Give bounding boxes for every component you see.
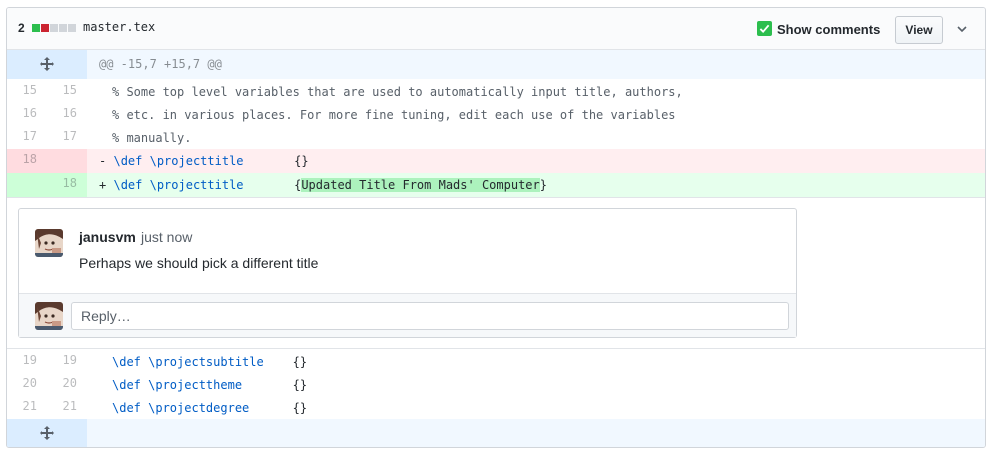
line-code: % manually.	[112, 131, 191, 145]
diff-line: 17 17 % manually.	[7, 126, 985, 149]
line-code: \def \projectdegree {}	[112, 401, 307, 415]
show-comments-label: Show comments	[777, 22, 881, 37]
old-line-number[interactable]: 20	[7, 376, 37, 390]
line-text: % etc. in various places. For more fine …	[112, 108, 676, 122]
diffstat-block	[50, 24, 58, 32]
line-code: % etc. in various places. For more fine …	[112, 108, 676, 122]
avatar[interactable]	[35, 302, 63, 330]
check-icon[interactable]	[757, 20, 772, 36]
new-line-number[interactable]: 18	[47, 176, 77, 190]
latex-argument: {}	[292, 401, 308, 415]
show-comments-toggle[interactable]: Show comments	[757, 19, 880, 37]
file-header: 2 master.tex Show comments View	[7, 8, 985, 50]
latex-command: \def \projecttitle	[113, 178, 244, 192]
file-name[interactable]: master.tex	[83, 20, 155, 34]
new-line-number[interactable]: 20	[47, 376, 77, 390]
diffstat-blocks	[32, 24, 76, 32]
reply-input[interactable]: Reply…	[71, 302, 789, 330]
reply-bar: Reply…	[19, 293, 796, 337]
diffstat-block	[32, 24, 40, 32]
latex-argument: {}	[292, 355, 308, 369]
old-line-number[interactable]: 15	[7, 83, 37, 97]
diff-file: 2 master.tex Show comments View @@ -15,7…	[6, 7, 986, 448]
comment-box: janusvm just now Perhaps we should pick …	[18, 208, 797, 338]
comment-timestamp[interactable]: just now	[141, 229, 192, 245]
new-line-number[interactable]: 19	[47, 353, 77, 367]
diffstat-count: 2	[18, 21, 25, 35]
latex-argument-close: }	[539, 178, 547, 192]
diff-line: 16 16 % etc. in various places. For more…	[7, 103, 985, 126]
old-line-number[interactable]: 21	[7, 399, 37, 413]
old-line-number[interactable]: 17	[7, 129, 37, 143]
view-button[interactable]: View	[895, 16, 943, 44]
line-code: - \def \projecttitle {}	[99, 154, 309, 168]
line-code: \def \projecttheme {}	[112, 378, 307, 392]
diffstat-block	[59, 24, 67, 32]
unfold-icon[interactable]	[39, 56, 55, 72]
chevron-down-icon[interactable]	[954, 21, 970, 37]
latex-command: \def \projecttitle	[113, 154, 244, 168]
line-code: % Some top level variables that are used…	[112, 85, 683, 99]
deletion-line: 18 - \def \projecttitle {}	[7, 149, 985, 173]
diff-line: 15 15 % Some top level variables that ar…	[7, 80, 985, 103]
addition-line: 18 + \def \projecttitle {Updated Title F…	[7, 173, 985, 197]
line-text: % Some top level variables that are used…	[112, 85, 683, 99]
diffstat-block	[41, 24, 49, 32]
diff-line: 19 19 \def \projectsubtitle {}	[7, 350, 985, 373]
line-text: % manually.	[112, 131, 192, 145]
hunk-header-text: @@ -15,7 +15,7 @@	[99, 57, 222, 71]
latex-argument: {}	[294, 154, 309, 168]
diff-sign: -	[99, 154, 107, 168]
line-code: \def \projectsubtitle {}	[112, 355, 307, 369]
old-line-number[interactable]: 18	[7, 152, 37, 166]
new-line-number[interactable]: 21	[47, 399, 77, 413]
diffstat-block	[68, 24, 76, 32]
old-line-number[interactable]: 16	[7, 106, 37, 120]
expand-row	[7, 419, 985, 447]
diff-line: 21 21 \def \projectdegree {}	[7, 396, 985, 419]
avatar[interactable]	[35, 229, 63, 257]
inline-comment-thread: janusvm just now Perhaps we should pick …	[7, 197, 985, 349]
comment-body: Perhaps we should pick a different title	[79, 255, 319, 271]
diff-sign: +	[99, 178, 107, 192]
comment-author[interactable]: janusvm	[79, 229, 136, 245]
latex-command: \def \projectsubtitle	[112, 355, 264, 369]
latex-argument: {}	[292, 378, 308, 392]
hunk-header-row: @@ -15,7 +15,7 @@	[7, 50, 985, 79]
old-line-number[interactable]: 19	[7, 353, 37, 367]
diff-line: 20 20 \def \projecttheme {}	[7, 373, 985, 396]
new-line-number[interactable]: 16	[47, 106, 77, 120]
added-text-highlight: Updated Title From Mads' Computer	[301, 178, 540, 192]
latex-command: \def \projectdegree	[112, 401, 250, 415]
unfold-icon[interactable]	[39, 425, 55, 441]
latex-command: \def \projecttheme	[112, 378, 243, 392]
new-line-number[interactable]: 15	[47, 83, 77, 97]
new-line-number[interactable]: 17	[47, 129, 77, 143]
line-code: + \def \projecttitle {Updated Title From…	[99, 178, 547, 192]
